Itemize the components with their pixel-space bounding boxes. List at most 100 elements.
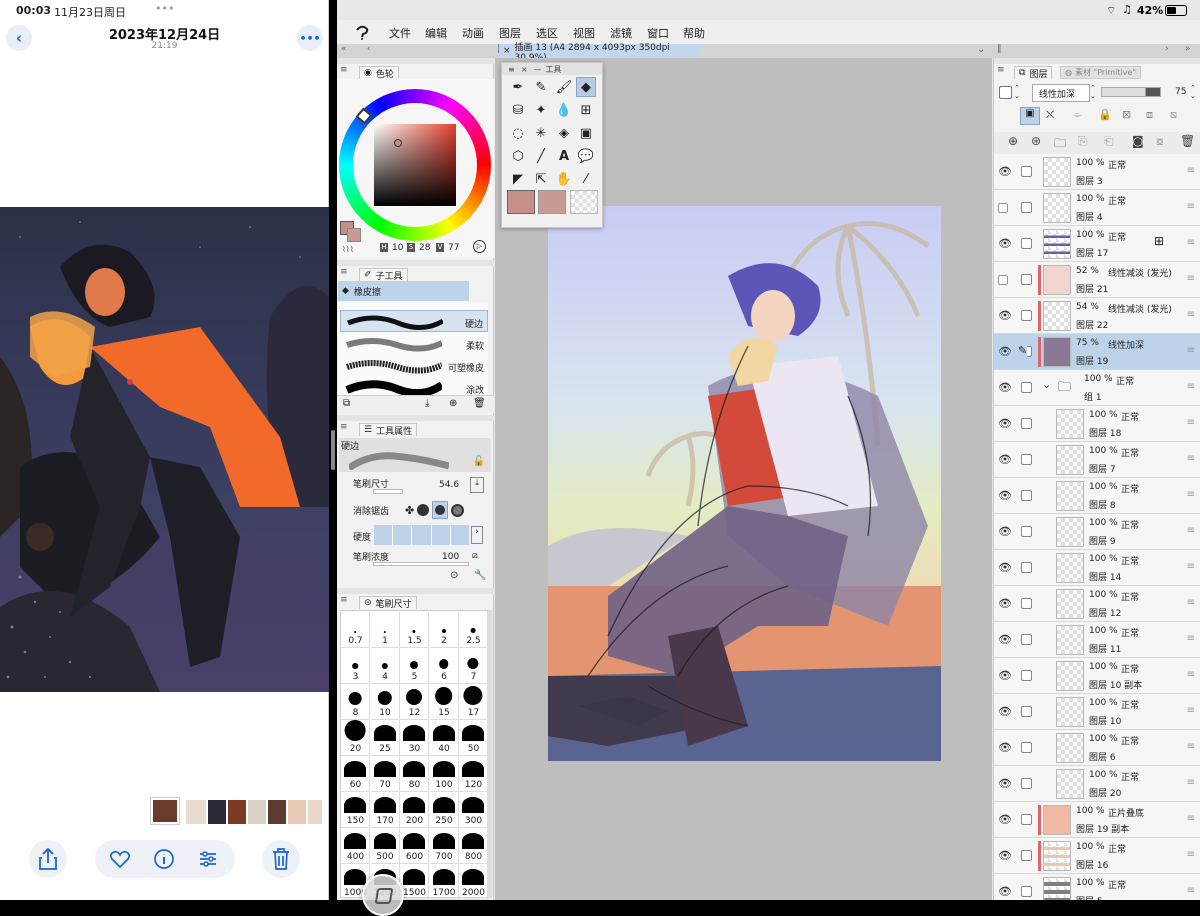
main-color-swatch[interactable] xyxy=(507,190,535,214)
layer-select-checkbox[interactable] xyxy=(1021,706,1032,717)
density-slider[interactable] xyxy=(373,562,469,566)
thumbnail[interactable] xyxy=(268,800,286,824)
info-icon[interactable] xyxy=(153,848,175,870)
layer-select-checkbox[interactable] xyxy=(1021,382,1032,393)
layer-select-checkbox[interactable] xyxy=(1021,274,1032,285)
eye-icon[interactable]: 👁 xyxy=(998,597,1012,610)
brush-size-option[interactable]: 2 xyxy=(429,612,459,648)
brush-size-slider[interactable] xyxy=(373,489,403,494)
brush-size-option[interactable]: 600 xyxy=(400,828,429,864)
eyedropper-tool-icon[interactable]: ⁄ xyxy=(576,169,596,189)
pen-tool-icon[interactable]: ✒ xyxy=(508,77,528,97)
material-tab[interactable]: ◍ 素材 "Primitive" xyxy=(1060,66,1142,79)
layer-row[interactable]: 👁 100 %正常图层 5 ≡ xyxy=(994,874,1200,900)
brush-size-option[interactable]: 70 xyxy=(370,756,400,792)
sub-tool-group[interactable]: ◆ 橡皮擦 xyxy=(338,281,469,301)
sub-tool-tab[interactable]: ✐ 子工具 xyxy=(359,268,408,282)
transfer-down-icon[interactable]: ⎘ xyxy=(1078,134,1088,149)
photo-image[interactable] xyxy=(0,207,329,692)
chevron-down-icon[interactable]: ⌄ xyxy=(977,44,985,55)
chevron-right-icon[interactable]: › xyxy=(471,526,483,544)
layer-row[interactable]: 👁 100 % 正常 图层 11 ≡ xyxy=(994,622,1200,658)
drag-handle-icon[interactable]: ≡ xyxy=(1187,669,1195,680)
brush-size-option[interactable]: 30 xyxy=(400,720,429,756)
drag-handle-icon[interactable]: ≡ xyxy=(1187,525,1195,536)
thumbnail[interactable] xyxy=(308,800,322,824)
transparent-color-swatch[interactable] xyxy=(570,190,598,214)
lock-layer-icon[interactable]: 🔒 xyxy=(1098,108,1112,121)
layer-row[interactable]: 100 % 正常 图层 4 ≡ xyxy=(994,190,1200,226)
reset-icon[interactable]: ⊙ xyxy=(450,570,458,581)
brush-size-option[interactable]: 3 xyxy=(341,648,370,684)
layer-row[interactable]: 👁 100 % 正常 图层 14 ≡ xyxy=(994,550,1200,586)
magic-wand-tool-icon[interactable]: ✳ xyxy=(531,123,551,143)
brush-size-option[interactable]: 5 xyxy=(400,648,429,684)
layer-row[interactable]: 👁 100 % 正常 图层 17 ⊞ ≡ xyxy=(994,226,1200,262)
brush-size-option[interactable]: 250 xyxy=(429,792,459,828)
brush-size-option[interactable]: 170 xyxy=(370,792,400,828)
antialias-none-icon[interactable]: ✤ xyxy=(405,504,414,517)
menu-icon[interactable]: ≡ xyxy=(997,65,1005,75)
layer-select-checkbox[interactable] xyxy=(1021,778,1032,789)
brush-size-option[interactable]: 80 xyxy=(400,756,429,792)
move-tool-icon[interactable]: ⇱ xyxy=(531,169,551,189)
layer-select-checkbox[interactable] xyxy=(1021,598,1032,609)
eye-hidden-icon[interactable] xyxy=(998,275,1008,285)
adjust-icon[interactable] xyxy=(197,848,219,870)
drag-handle-icon[interactable]: ≡ xyxy=(1187,777,1195,788)
brush-size-option[interactable]: 25 xyxy=(370,720,400,756)
brush-size-option[interactable]: 2.5 xyxy=(459,612,488,648)
chevron-down-icon[interactable]: ⌄ xyxy=(1042,378,1051,391)
layer-select-checkbox[interactable] xyxy=(1021,526,1032,537)
chevron-right-icon[interactable]: › xyxy=(1165,44,1169,54)
antialias-low-icon[interactable] xyxy=(417,504,430,516)
brush-size-option[interactable]: 700 xyxy=(429,828,459,864)
scrollbar[interactable] xyxy=(488,610,492,898)
brush-size-option[interactable]: 1 xyxy=(370,612,400,648)
multitask-dots[interactable]: ••• xyxy=(155,2,174,15)
brush-size-option[interactable]: 300 xyxy=(459,792,488,828)
drag-handle-icon[interactable]: ≡ xyxy=(1187,237,1195,248)
sub-tool-item-soft[interactable]: 柔软 xyxy=(340,334,488,354)
line-tool-icon[interactable]: ╱ xyxy=(531,146,551,166)
drag-handle-icon[interactable]: ≡ xyxy=(1187,309,1195,320)
menu-icon[interactable]: ≡ xyxy=(340,595,348,605)
lock-transparency-icon[interactable]: ⊠ xyxy=(1122,108,1131,121)
eye-icon[interactable]: 👁 xyxy=(998,165,1012,178)
brush-size-option[interactable]: 4 xyxy=(370,648,400,684)
layer-row[interactable]: 👁 100 % 正常 图层 10 ≡ xyxy=(994,694,1200,730)
grid-tool-icon[interactable]: ⊞ xyxy=(576,100,596,120)
brush-size-option[interactable]: 100 xyxy=(429,756,459,792)
brush-size-option[interactable]: 2000 xyxy=(459,864,488,900)
sub-color-swatch[interactable] xyxy=(538,190,566,214)
saturation-value-square[interactable] xyxy=(374,124,456,206)
layer-select-checkbox[interactable] xyxy=(1021,310,1032,321)
thumbnail[interactable] xyxy=(228,800,246,824)
menu-animation[interactable]: 动画 xyxy=(462,25,484,41)
layer-row[interactable]: 👁 100 % 正常 图层 18 ≡ xyxy=(994,406,1200,442)
opacity-stepper[interactable]: ⌃ ⌄ xyxy=(1190,84,1196,100)
layer-row[interactable]: 👁 100 % 正常 图层 12 ≡ xyxy=(994,586,1200,622)
merge-icon[interactable]: ⎗ xyxy=(1104,134,1114,149)
drag-handle-icon[interactable]: ≡ xyxy=(1187,633,1195,644)
brush-size-option[interactable]: 120 xyxy=(459,756,488,792)
layer-select-checkbox[interactable] xyxy=(1021,850,1032,861)
antialias-mid-icon[interactable] xyxy=(432,501,449,519)
hardness-segments[interactable] xyxy=(374,525,469,545)
drag-handle-icon[interactable]: ≡ xyxy=(1187,417,1195,428)
thumbnail[interactable] xyxy=(248,800,266,824)
more-button[interactable]: ••• xyxy=(297,25,323,51)
decoration-tool-icon[interactable]: ✦ xyxy=(531,100,551,120)
opacity-slider[interactable] xyxy=(1101,87,1161,97)
brush-size-option[interactable]: 17 xyxy=(459,684,488,720)
eye-icon[interactable]: 👁 xyxy=(998,741,1012,754)
drag-handle-icon[interactable]: ≡ xyxy=(1187,849,1195,860)
heart-icon[interactable] xyxy=(109,848,131,870)
brush-size-option[interactable]: 12 xyxy=(400,684,429,720)
fill-tool-icon[interactable]: ◈ xyxy=(554,123,574,143)
brush-size-option[interactable]: 20 xyxy=(341,720,370,756)
eye-icon[interactable]: 👁 xyxy=(998,705,1012,718)
thumbnail[interactable] xyxy=(186,800,206,824)
pressure-icon[interactable]: ⧄ xyxy=(472,551,478,561)
pencil-tool-icon[interactable]: ✎ xyxy=(531,77,551,97)
